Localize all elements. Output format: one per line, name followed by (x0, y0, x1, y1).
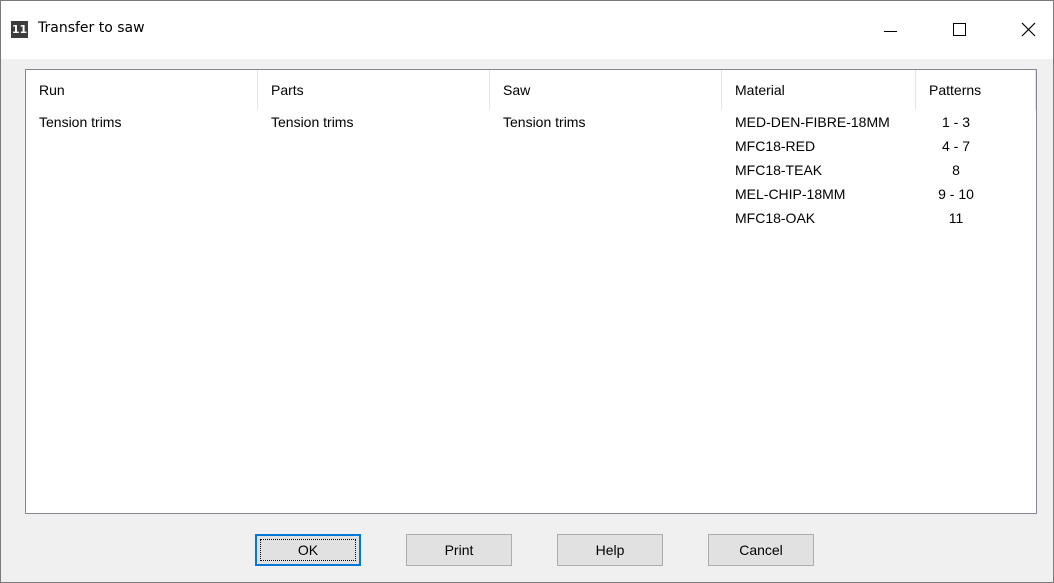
cell-material: MFC18-OAK (735, 210, 816, 226)
print-button-label: Print (444, 542, 474, 558)
window-title: Transfer to saw (38, 20, 145, 36)
title-bar[interactable]: 11 Transfer to saw (1, 1, 1053, 59)
cancel-button-label: Cancel (739, 542, 783, 558)
cell-patterns: 9 - 10 (938, 186, 974, 202)
help-button[interactable]: Help (557, 534, 663, 566)
list-row[interactable]: Tension trims Tension trims Tension trim… (26, 110, 1036, 134)
cell-run: Tension trims (39, 114, 122, 130)
ok-button[interactable]: OK (255, 534, 361, 566)
cell-parts: Tension trims (271, 114, 354, 130)
column-header-run[interactable]: Run (26, 70, 258, 110)
minimize-button[interactable] (867, 1, 913, 59)
list-header: Run Parts Saw Material Patterns (26, 70, 1036, 110)
print-button[interactable]: Print (406, 534, 512, 566)
cell-saw: Tension trims (503, 114, 586, 130)
list-row[interactable]: MFC18-RED 4 - 7 (26, 134, 1036, 158)
cell-patterns: 1 - 3 (941, 114, 970, 130)
transfer-list[interactable]: Run Parts Saw Material Patterns Tension … (25, 69, 1037, 514)
cell-patterns: 11 (948, 210, 964, 226)
cell-material: MFC18-RED (735, 138, 816, 154)
list-row[interactable]: MFC18-OAK 11 (26, 206, 1036, 230)
column-header-patterns[interactable]: Patterns (916, 70, 1036, 110)
cell-patterns: 8 (952, 162, 960, 178)
maximize-icon (953, 23, 966, 36)
transfer-dialog: 11 Transfer to saw Run Parts Saw Materia… (0, 0, 1054, 583)
app-icon: 11 (11, 21, 28, 38)
column-header-material[interactable]: Material (722, 70, 916, 110)
minimize-icon (884, 31, 897, 32)
help-button-label: Help (595, 542, 625, 558)
column-header-parts[interactable]: Parts (258, 70, 490, 110)
focus-rectangle (260, 539, 356, 561)
cell-patterns: 4 - 7 (941, 138, 970, 154)
list-row[interactable]: MFC18-TEAK 8 (26, 158, 1036, 182)
close-button[interactable] (1005, 1, 1051, 59)
column-header-saw[interactable]: Saw (490, 70, 722, 110)
cell-material: MED-DEN-FIBRE-18MM (735, 114, 890, 130)
close-icon (1021, 22, 1036, 37)
cell-material: MFC18-TEAK (735, 162, 823, 178)
list-row[interactable]: MEL-CHIP-18MM 9 - 10 (26, 182, 1036, 206)
cell-material: MEL-CHIP-18MM (735, 186, 846, 202)
maximize-button[interactable] (936, 1, 982, 59)
cancel-button[interactable]: Cancel (708, 534, 814, 566)
